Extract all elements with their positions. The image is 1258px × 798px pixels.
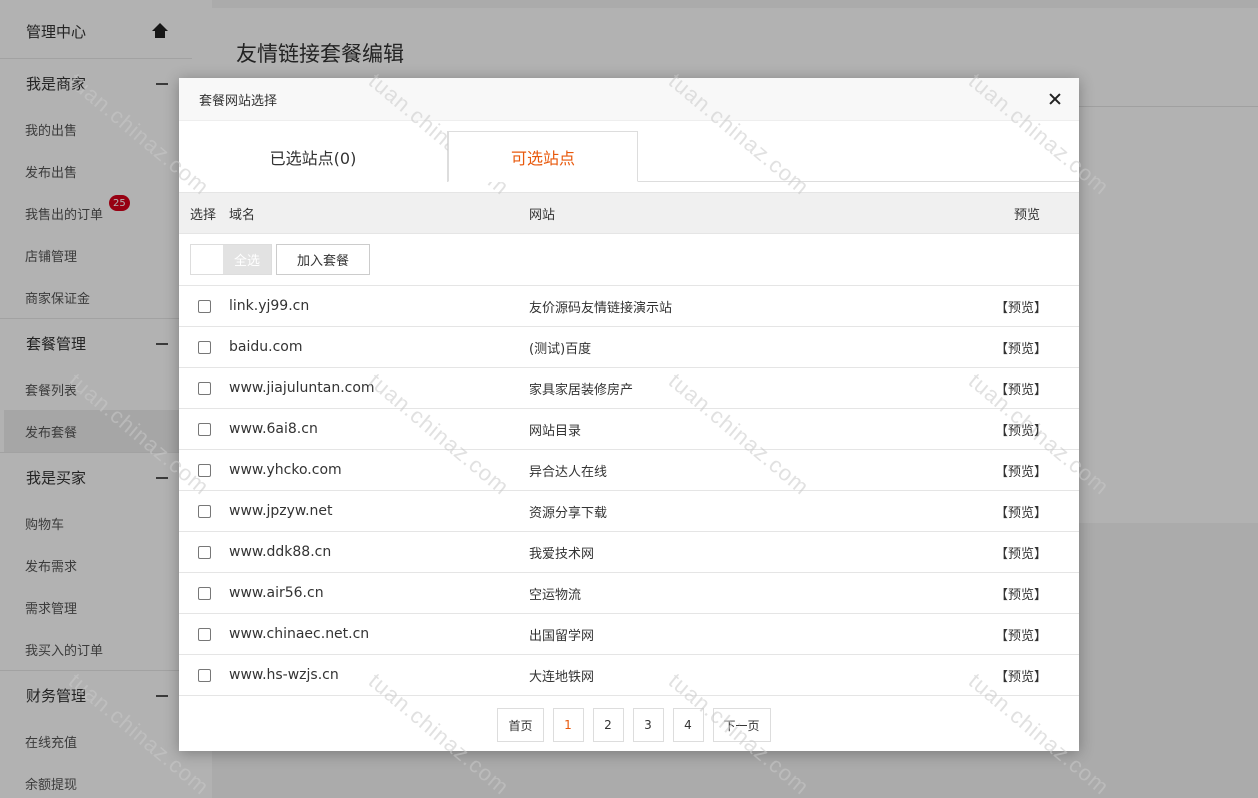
modal-header: 套餐网站选择: [179, 78, 1079, 121]
page-first-button[interactable]: 首页: [497, 708, 544, 742]
row-checkbox[interactable]: [198, 586, 211, 600]
table-row: www.chinaec.net.cn 出国留学网 【预览】: [179, 614, 1079, 655]
pagination: 首页 1 2 3 4 下一页: [179, 708, 1079, 742]
site-list: link.yj99.cn 友价源码友情链接演示站 【预览】 baidu.com (测试…: [179, 286, 1079, 696]
preview-link[interactable]: 【预览】: [969, 666, 1079, 685]
table-row: link.yj99.cn 友价源码友情链接演示站 【预览】: [179, 286, 1079, 327]
add-to-package-button[interactable]: 加入套餐: [276, 244, 370, 275]
table-row: baidu.com (测试)百度 【预览】: [179, 327, 1079, 368]
row-domain: www.yhcko.com: [229, 462, 342, 478]
page-4-button[interactable]: 4: [672, 708, 704, 742]
preview-link[interactable]: 【预览】: [969, 625, 1079, 644]
tab-bar: 已选站点(0) 可选站点: [179, 121, 1079, 193]
row-checkbox[interactable]: [198, 299, 211, 313]
column-header-site: 网站: [529, 207, 556, 223]
row-domain: www.6ai8.cn: [229, 421, 318, 437]
row-site: 出国留学网: [529, 628, 595, 644]
row-site: 空运物流: [529, 587, 582, 603]
column-header-select: 选择: [190, 207, 217, 223]
table-row: www.jiajuluntan.com 家具家居装修房产 【预览】: [179, 368, 1079, 409]
table-row: www.ddk88.cn 我爱技术网 【预览】: [179, 532, 1079, 573]
table-row: www.yhcko.com 异合达人在线 【预览】: [179, 450, 1079, 491]
site-selection-modal: 套餐网站选择 已选站点(0) 可选站点 选择 域名 网站 预览 全选 加入套餐 …: [179, 78, 1079, 751]
preview-link[interactable]: 【预览】: [969, 543, 1079, 562]
preview-link[interactable]: 【预览】: [969, 502, 1079, 521]
row-checkbox[interactable]: [198, 504, 211, 518]
select-all-blank[interactable]: [191, 245, 223, 274]
modal-title: 套餐网站选择: [199, 93, 278, 109]
page-3-button[interactable]: 3: [632, 708, 664, 742]
preview-link[interactable]: 【预览】: [969, 297, 1079, 316]
row-domain: www.hs-wzjs.cn: [229, 667, 339, 683]
row-site: 大连地铁网: [529, 669, 595, 685]
close-icon[interactable]: [1047, 91, 1063, 107]
tab-selected-sites[interactable]: 已选站点(0): [179, 131, 448, 182]
row-checkbox[interactable]: [198, 381, 211, 395]
row-domain: www.chinaec.net.cn: [229, 626, 370, 642]
select-all-button[interactable]: 全选: [223, 245, 271, 274]
table-row: www.6ai8.cn 网站目录 【预览】: [179, 409, 1079, 450]
column-header-domain: 域名: [229, 207, 256, 223]
row-domain: baidu.com: [229, 339, 303, 355]
row-checkbox[interactable]: [198, 422, 211, 436]
preview-link[interactable]: 【预览】: [969, 461, 1079, 480]
preview-link[interactable]: 【预览】: [969, 338, 1079, 357]
row-domain: www.ddk88.cn: [229, 544, 332, 560]
row-checkbox[interactable]: [198, 545, 211, 559]
select-all-toggle[interactable]: 全选: [190, 244, 272, 275]
table-actions: 全选 加入套餐: [179, 234, 1079, 286]
page-1-button[interactable]: 1: [552, 708, 584, 742]
preview-link[interactable]: 【预览】: [969, 584, 1079, 603]
page-next-button[interactable]: 下一页: [712, 708, 771, 742]
column-header-preview: 预览: [1014, 207, 1041, 223]
row-checkbox[interactable]: [198, 463, 211, 477]
row-site: 我爱技术网: [529, 546, 595, 562]
row-checkbox[interactable]: [198, 627, 211, 641]
table-row: www.air56.cn 空运物流 【预览】: [179, 573, 1079, 614]
row-site: 异合达人在线: [529, 464, 608, 480]
preview-link[interactable]: 【预览】: [969, 420, 1079, 439]
tab-available-sites[interactable]: 可选站点: [448, 131, 638, 182]
row-domain: link.yj99.cn: [229, 298, 310, 314]
row-site: 友价源码友情链接演示站: [529, 300, 673, 316]
row-domain: www.air56.cn: [229, 585, 324, 601]
row-checkbox[interactable]: [198, 668, 211, 682]
row-domain: www.jiajuluntan.com: [229, 380, 375, 396]
row-site: 家具家居装修房产: [529, 382, 634, 398]
table-row: www.jpzyw.net 资源分享下载 【预览】: [179, 491, 1079, 532]
row-domain: www.jpzyw.net: [229, 503, 333, 519]
row-site: (测试)百度: [529, 341, 592, 357]
row-site: 网站目录: [529, 423, 582, 439]
table-header: 选择 域名 网站 预览: [179, 192, 1079, 234]
row-site: 资源分享下载: [529, 505, 608, 521]
preview-link[interactable]: 【预览】: [969, 379, 1079, 398]
row-checkbox[interactable]: [198, 340, 211, 354]
page-2-button[interactable]: 2: [592, 708, 624, 742]
table-row: www.hs-wzjs.cn 大连地铁网 【预览】: [179, 655, 1079, 696]
